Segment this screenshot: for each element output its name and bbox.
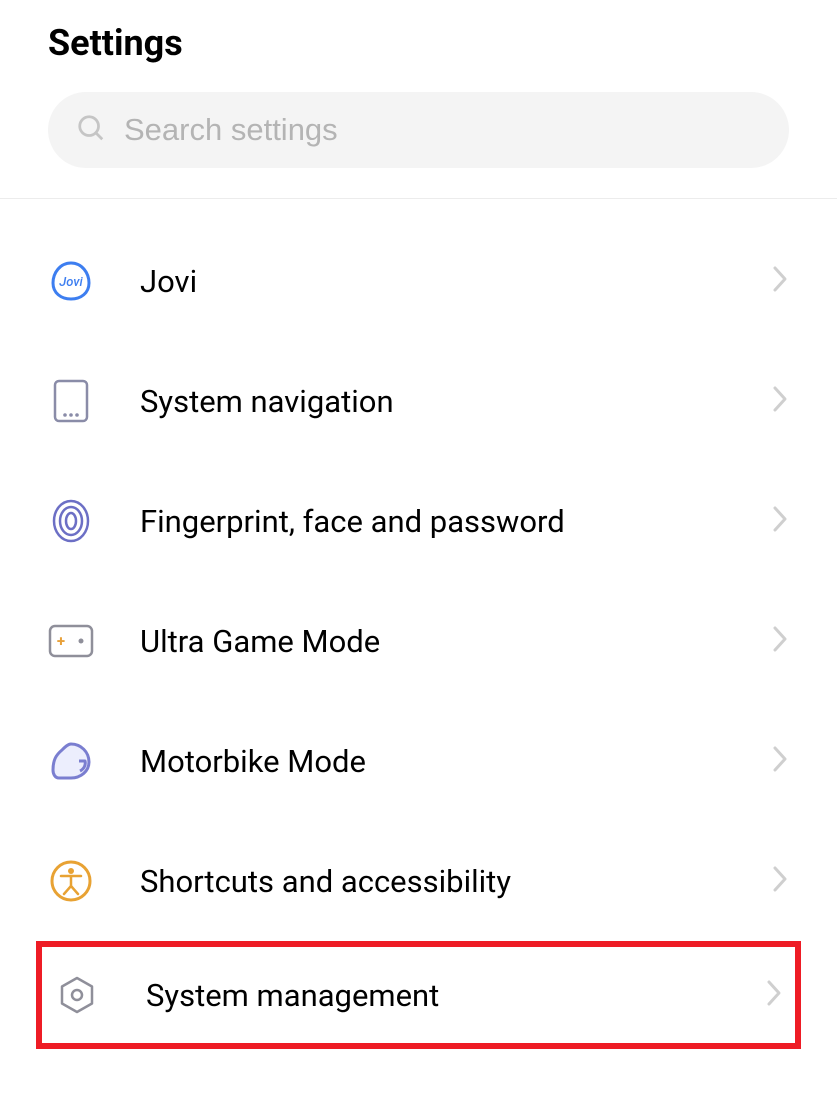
motorbike-icon (48, 738, 94, 784)
chevron-right-icon (771, 624, 789, 658)
settings-item-system-navigation[interactable]: System navigation (0, 341, 837, 461)
game-icon: + (48, 618, 94, 664)
settings-item-label: Motorbike Mode (140, 743, 771, 780)
chevron-right-icon (771, 864, 789, 898)
accessibility-icon (48, 858, 94, 904)
search-icon (76, 113, 106, 147)
settings-item-label: Jovi (140, 263, 771, 300)
chevron-right-icon (771, 744, 789, 778)
settings-item-accessibility[interactable]: Shortcuts and accessibility (0, 821, 837, 941)
settings-item-system-management[interactable]: System management (36, 941, 801, 1049)
page-title: Settings (48, 22, 789, 64)
jovi-icon: Jovi (48, 258, 94, 304)
settings-item-fingerprint[interactable]: Fingerprint, face and password (0, 461, 837, 581)
chevron-right-icon (765, 978, 783, 1012)
chevron-right-icon (771, 504, 789, 538)
header: Settings (0, 0, 837, 92)
svg-text:+: + (57, 632, 65, 650)
search-box[interactable] (48, 92, 789, 168)
settings-item-jovi[interactable]: Jovi Jovi (0, 221, 837, 341)
settings-item-ultra-game-mode[interactable]: + Ultra Game Mode (0, 581, 837, 701)
settings-item-label: Ultra Game Mode (140, 623, 771, 660)
system-navigation-icon (48, 378, 94, 424)
settings-list: Jovi Jovi System navigation (0, 199, 837, 1049)
settings-item-motorbike-mode[interactable]: Motorbike Mode (0, 701, 837, 821)
chevron-right-icon (771, 384, 789, 418)
chevron-right-icon (771, 264, 789, 298)
settings-item-label: Shortcuts and accessibility (140, 863, 771, 900)
system-management-icon (54, 972, 100, 1018)
search-input[interactable] (124, 112, 761, 148)
search-wrap (0, 92, 837, 198)
svg-text:Jovi: Jovi (59, 275, 83, 290)
settings-item-label: System navigation (140, 383, 771, 420)
fingerprint-icon (48, 498, 94, 544)
settings-item-label: System management (146, 977, 765, 1014)
settings-item-label: Fingerprint, face and password (140, 503, 771, 540)
